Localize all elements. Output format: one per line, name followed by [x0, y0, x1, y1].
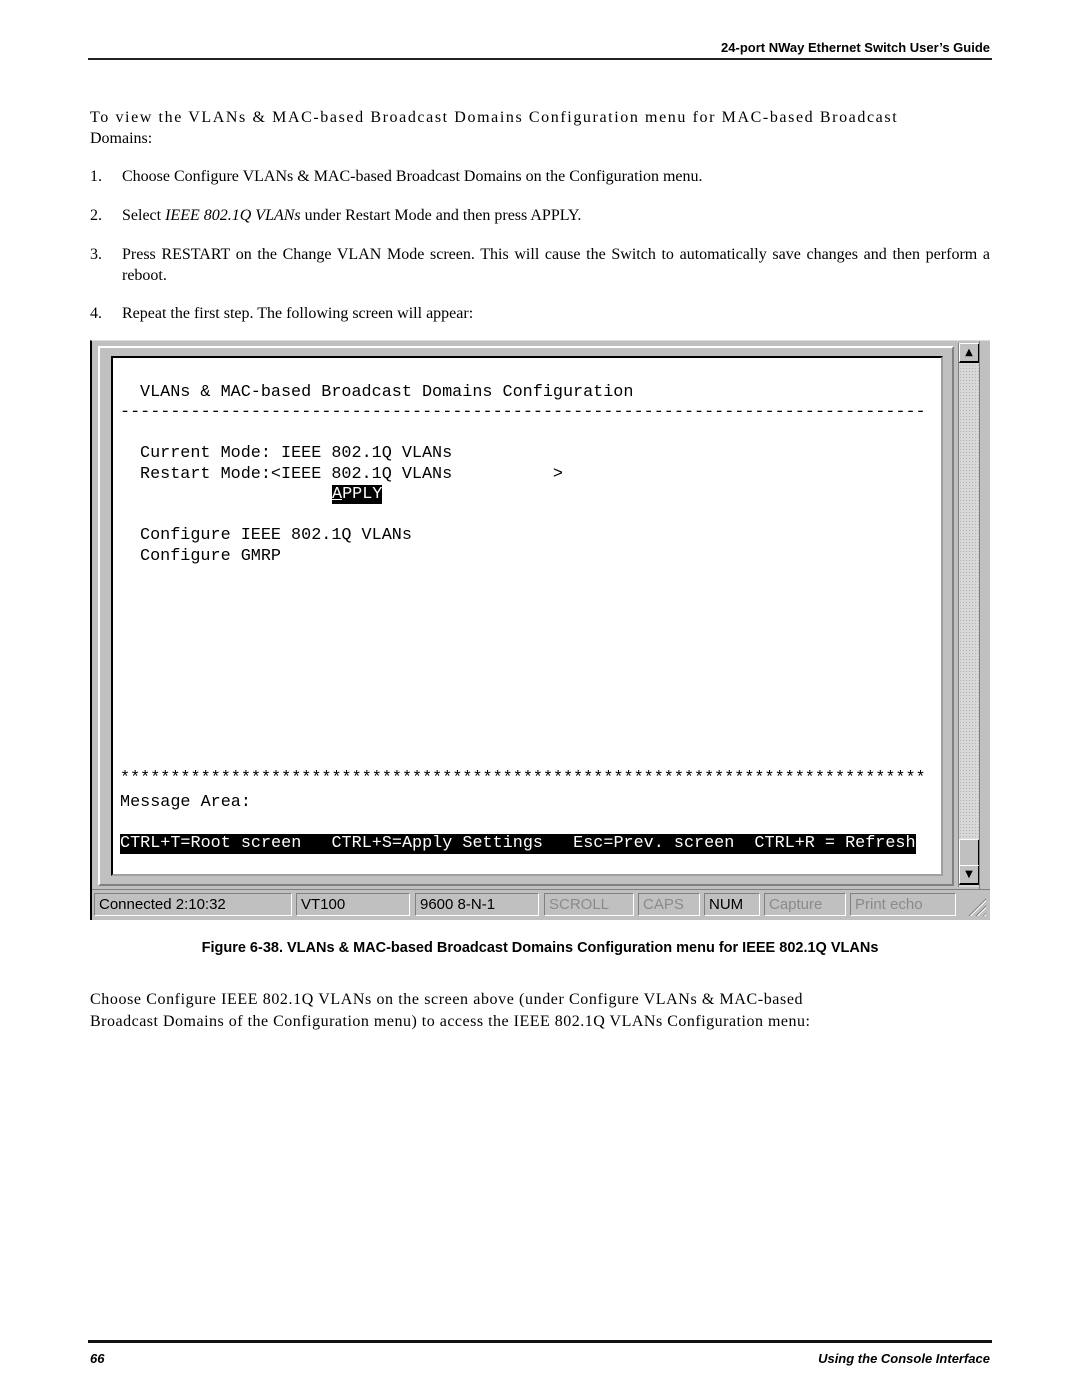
- apply-cursor-char: A: [332, 485, 343, 504]
- scroll-up-button[interactable]: ▲: [959, 343, 980, 363]
- step-text: Press RESTART on the Change VLAN Mode sc…: [122, 246, 990, 284]
- status-connected: Connected 2:10:32: [94, 893, 292, 916]
- step-text-emphasis: IEEE 802.1Q VLANs: [165, 207, 301, 224]
- asterisk-divider: ****************************************…: [120, 769, 926, 788]
- scroll-down-button[interactable]: ▼: [959, 865, 980, 885]
- step-number: 2.: [90, 207, 102, 224]
- screen-title: VLANs & MAC-based Broadcast Domains Conf…: [140, 383, 634, 402]
- status-scroll: SCROLL: [544, 893, 634, 916]
- menu-item-configure-ieee-8021q-vlans[interactable]: Configure IEEE 802.1Q VLANs: [140, 526, 412, 546]
- outro-paragraph-line-2: Broadcast Domains of the Configuration m…: [90, 1013, 811, 1030]
- step-text: Select IEEE 802.1Q VLANs under Restart M…: [122, 205, 990, 226]
- current-mode-value: IEEE 802.1Q VLANs: [281, 444, 453, 463]
- current-mode-label: Current Mode:: [140, 444, 281, 463]
- step-text-post: under Restart Mode and then press APPLY.: [300, 207, 582, 224]
- restart-mode-toggle[interactable]: <IEEE 802.1Q VLANs >: [271, 465, 563, 484]
- apply-label-rest: PPLY: [342, 485, 383, 504]
- terminal-screen[interactable]: VLANs & MAC-based Broadcast Domains Conf…: [111, 356, 943, 876]
- message-area-label: Message Area:: [120, 793, 251, 812]
- status-print-echo: Print echo: [850, 893, 956, 916]
- footer-rule: [88, 1340, 992, 1343]
- arrow-up-icon: ▲: [965, 347, 973, 358]
- step-text-pre: Select: [122, 207, 166, 224]
- step-number: 1.: [90, 168, 102, 185]
- status-capture: Capture: [764, 893, 846, 916]
- intro-paragraph-line-2: Domains:: [90, 130, 153, 147]
- window-right-edge: [979, 341, 990, 889]
- restart-mode-row: Restart Mode:<IEEE 802.1Q VLANs >: [140, 465, 563, 485]
- footer-section-title: Using the Console Interface: [818, 1351, 990, 1366]
- hotkey-bar: CTRL+T=Root screen CTRL+S=Apply Settings…: [120, 834, 916, 854]
- header-rule: [88, 58, 992, 60]
- status-bar: Connected 2:10:32 VT100 9600 8-N-1 SCROL…: [92, 889, 990, 920]
- status-port-settings: 9600 8-N-1: [415, 893, 539, 916]
- status-caps: CAPS: [638, 893, 700, 916]
- separator-line: ----------------------------------------…: [120, 403, 926, 422]
- intro-paragraph-line-1: To view the VLANs & MAC-based Broadcast …: [90, 109, 899, 126]
- status-num: NUM: [704, 893, 760, 916]
- apply-button[interactable]: APPLY: [332, 485, 383, 505]
- menu-item-configure-gmrp[interactable]: Configure GMRP: [140, 547, 281, 567]
- step-number: 4.: [90, 305, 102, 322]
- outro-paragraph-line-1: Choose Configure IEEE 802.1Q VLANs on th…: [90, 991, 804, 1008]
- resize-grip-icon[interactable]: [968, 898, 986, 916]
- arrow-down-icon: ▼: [965, 869, 973, 880]
- status-emulation: VT100: [296, 893, 410, 916]
- figure-caption: Figure 6-38. VLANs & MAC-based Broadcast…: [201, 940, 879, 956]
- step-number: 3.: [90, 246, 102, 263]
- step-text: Repeat the first step. The following scr…: [122, 305, 474, 322]
- current-mode-row: Current Mode: IEEE 802.1Q VLANs: [140, 444, 452, 464]
- terminal-window: VLANs & MAC-based Broadcast Domains Conf…: [90, 340, 990, 920]
- vertical-scrollbar[interactable]: ▲ ▼: [958, 343, 981, 887]
- restart-mode-label: Restart Mode:: [140, 465, 271, 484]
- page-number: 66: [90, 1351, 105, 1366]
- running-header: 24-port NWay Ethernet Switch User’s Guid…: [721, 40, 990, 55]
- step-text: Choose Configure VLANs & MAC-based Broad…: [122, 168, 703, 185]
